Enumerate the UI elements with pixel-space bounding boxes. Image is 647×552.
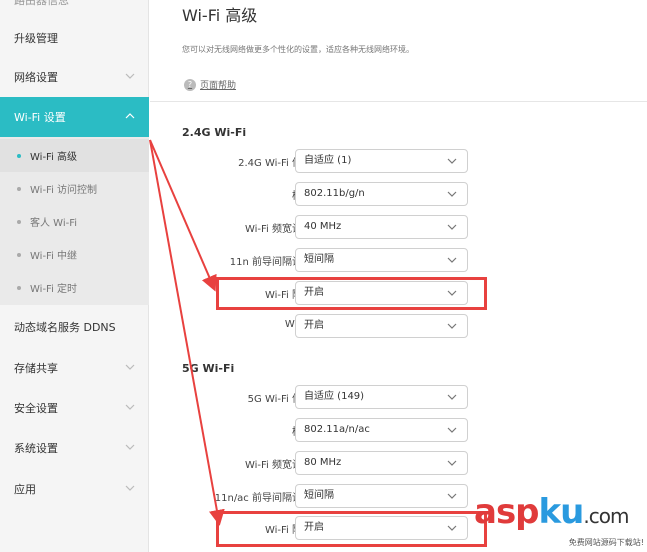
chevron-down-icon (447, 257, 457, 263)
page-description: 您可以对无线网络做更多个性化的设置，适应各种无线网络环境。 (182, 45, 414, 54)
chevron-down-icon (447, 224, 457, 230)
sidebar-item-network[interactable]: 网络设置 (0, 57, 149, 97)
form-row-5g-mode: 模式 802.11a/n/ac (150, 418, 647, 442)
help-icon: ? (184, 78, 196, 91)
help-link-label: 页面帮助 (200, 81, 237, 91)
wifi-submenu: Wi-Fi 高级 Wi-Fi 访问控制 客人 Wi-Fi Wi-Fi 中继 Wi… (0, 137, 149, 305)
chevron-down-icon (447, 191, 457, 197)
watermark-logo: aspku.com 免费网站源码下载站! (474, 492, 646, 550)
chevron-down-icon (447, 493, 457, 499)
chevron-down-icon (447, 427, 457, 433)
sidebar-subitem-wifi-access-control[interactable]: Wi-Fi 访问控制 (0, 172, 149, 205)
section-title-5g: 5G Wi-Fi (182, 362, 235, 375)
sidebar-subitem-label: Wi-Fi 定时 (30, 284, 78, 295)
help-link[interactable]: ? 页面帮助 (184, 78, 236, 91)
chevron-down-icon (125, 444, 135, 450)
sidebar-item-label: 升级管理 (14, 32, 58, 45)
form-row-24g-channel: 2.4G Wi-Fi 信道 自适应 (1) (150, 149, 647, 173)
sidebar-item-label: 存储共享 (14, 362, 58, 375)
bullet-icon (17, 187, 21, 191)
bullet-icon (17, 286, 21, 290)
mode-select-5g[interactable]: 802.11a/n/ac (295, 418, 468, 442)
mode-select-24g[interactable]: 802.11b/g/n (295, 182, 468, 206)
chevron-down-icon (125, 73, 135, 79)
form-row-5g-channel: 5G Wi-Fi 信道 自适应 (149) (150, 385, 647, 409)
select-value: 短间隔 (304, 254, 334, 265)
select-value: 802.11a/n/ac (304, 424, 370, 435)
sidebar-item-label: 安全设置 (14, 402, 58, 415)
bullet-icon (17, 253, 21, 257)
watermark-part-c: .com (583, 504, 629, 528)
form-row-24g-guard-interval: 11n 前导间隔设置 短间隔 (150, 248, 647, 272)
form-row-24g-mode: 模式 802.11b/g/n (150, 182, 647, 206)
select-value: 自适应 (1) (304, 155, 352, 166)
chevron-down-icon (447, 460, 457, 466)
bandwidth-select-5g[interactable]: 80 MHz (295, 451, 468, 475)
sidebar-subitem-guest-wifi[interactable]: 客人 Wi-Fi (0, 205, 149, 238)
sidebar-item-wifi-settings[interactable]: Wi-Fi 设置 (0, 97, 149, 137)
sidebar-item-label: 动态域名服务 DDNS (14, 321, 116, 334)
form-row-24g-wmm: WMM 开启 (150, 314, 647, 338)
sidebar-subitem-wifi-advanced[interactable]: Wi-Fi 高级 (0, 139, 149, 172)
chevron-down-icon (447, 323, 457, 329)
guard-interval-select-5g[interactable]: 短间隔 (295, 484, 468, 508)
sidebar-item-security[interactable]: 安全设置 (0, 388, 149, 428)
highlight-box-5g-hidden (216, 511, 487, 547)
watermark-part-a: asp (474, 492, 540, 532)
chevron-down-icon (447, 394, 457, 400)
main-content: Wi-Fi 高级 您可以对无线网络做更多个性化的设置，适应各种无线网络环境。 ?… (150, 0, 647, 552)
page-title: Wi-Fi 高级 (182, 6, 258, 25)
form-row-5g-bandwidth: Wi-Fi 频宽设置 80 MHz (150, 451, 647, 475)
watermark-part-b: ku (538, 492, 585, 532)
watermark-subtitle: 免费网站源码下载站! (568, 538, 644, 547)
chevron-down-icon (447, 158, 457, 164)
sidebar-item-label: 应用 (14, 483, 36, 496)
form-row-24g-bandwidth: Wi-Fi 频宽设置 40 MHz (150, 215, 647, 239)
sidebar-subitem-wifi-relay[interactable]: Wi-Fi 中继 (0, 238, 149, 271)
section-title-24g: 2.4G Wi-Fi (182, 126, 247, 139)
chevron-down-icon (125, 364, 135, 370)
select-value: 40 MHz (304, 221, 342, 232)
guard-interval-select-24g[interactable]: 短间隔 (295, 248, 468, 272)
sidebar-item-label: 网络设置 (14, 71, 58, 84)
sidebar-item-label: 系统设置 (14, 442, 58, 455)
sidebar-subitem-label: Wi-Fi 访问控制 (30, 185, 98, 196)
select-value: 802.11b/g/n (304, 188, 365, 199)
sidebar-item-router-info-partial[interactable]: 路由器信息 (0, 0, 148, 14)
highlight-box-24g-hidden (216, 277, 487, 310)
sidebar-item-ddns[interactable]: 动态域名服务 DDNS (0, 307, 149, 347)
watermark-text: aspku.com (474, 492, 629, 532)
sidebar-subitem-label: 客人 Wi-Fi (30, 218, 78, 229)
chevron-down-icon (125, 404, 135, 410)
sidebar-item-apps[interactable]: 应用 (0, 469, 149, 509)
wmm-select-24g[interactable]: 开启 (295, 314, 468, 338)
select-value: 自适应 (149) (304, 391, 365, 402)
chevron-up-icon (125, 113, 135, 119)
bullet-icon (17, 154, 21, 158)
sidebar-subitem-label: Wi-Fi 高级 (30, 152, 78, 163)
sidebar-item-storage-share[interactable]: 存储共享 (0, 348, 149, 388)
sidebar-item-upgrade[interactable]: 升级管理 (0, 18, 149, 58)
bandwidth-select-24g[interactable]: 40 MHz (295, 215, 468, 239)
chevron-down-icon (125, 485, 135, 491)
sidebar-subitem-wifi-timer[interactable]: Wi-Fi 定时 (0, 271, 149, 304)
sidebar: 路由器信息 升级管理 网络设置 Wi-Fi 设置 Wi-Fi 高级 Wi-Fi … (0, 0, 149, 552)
select-value: 80 MHz (304, 457, 342, 468)
channel-select-5g[interactable]: 自适应 (149) (295, 385, 468, 409)
sidebar-subitem-label: Wi-Fi 中继 (30, 251, 78, 262)
select-value: 开启 (304, 320, 324, 331)
divider (150, 101, 647, 102)
sidebar-item-label: Wi-Fi 设置 (14, 111, 66, 124)
sidebar-item-system[interactable]: 系统设置 (0, 428, 149, 468)
select-value: 短间隔 (304, 490, 334, 501)
bullet-icon (17, 220, 21, 224)
channel-select-24g[interactable]: 自适应 (1) (295, 149, 468, 173)
